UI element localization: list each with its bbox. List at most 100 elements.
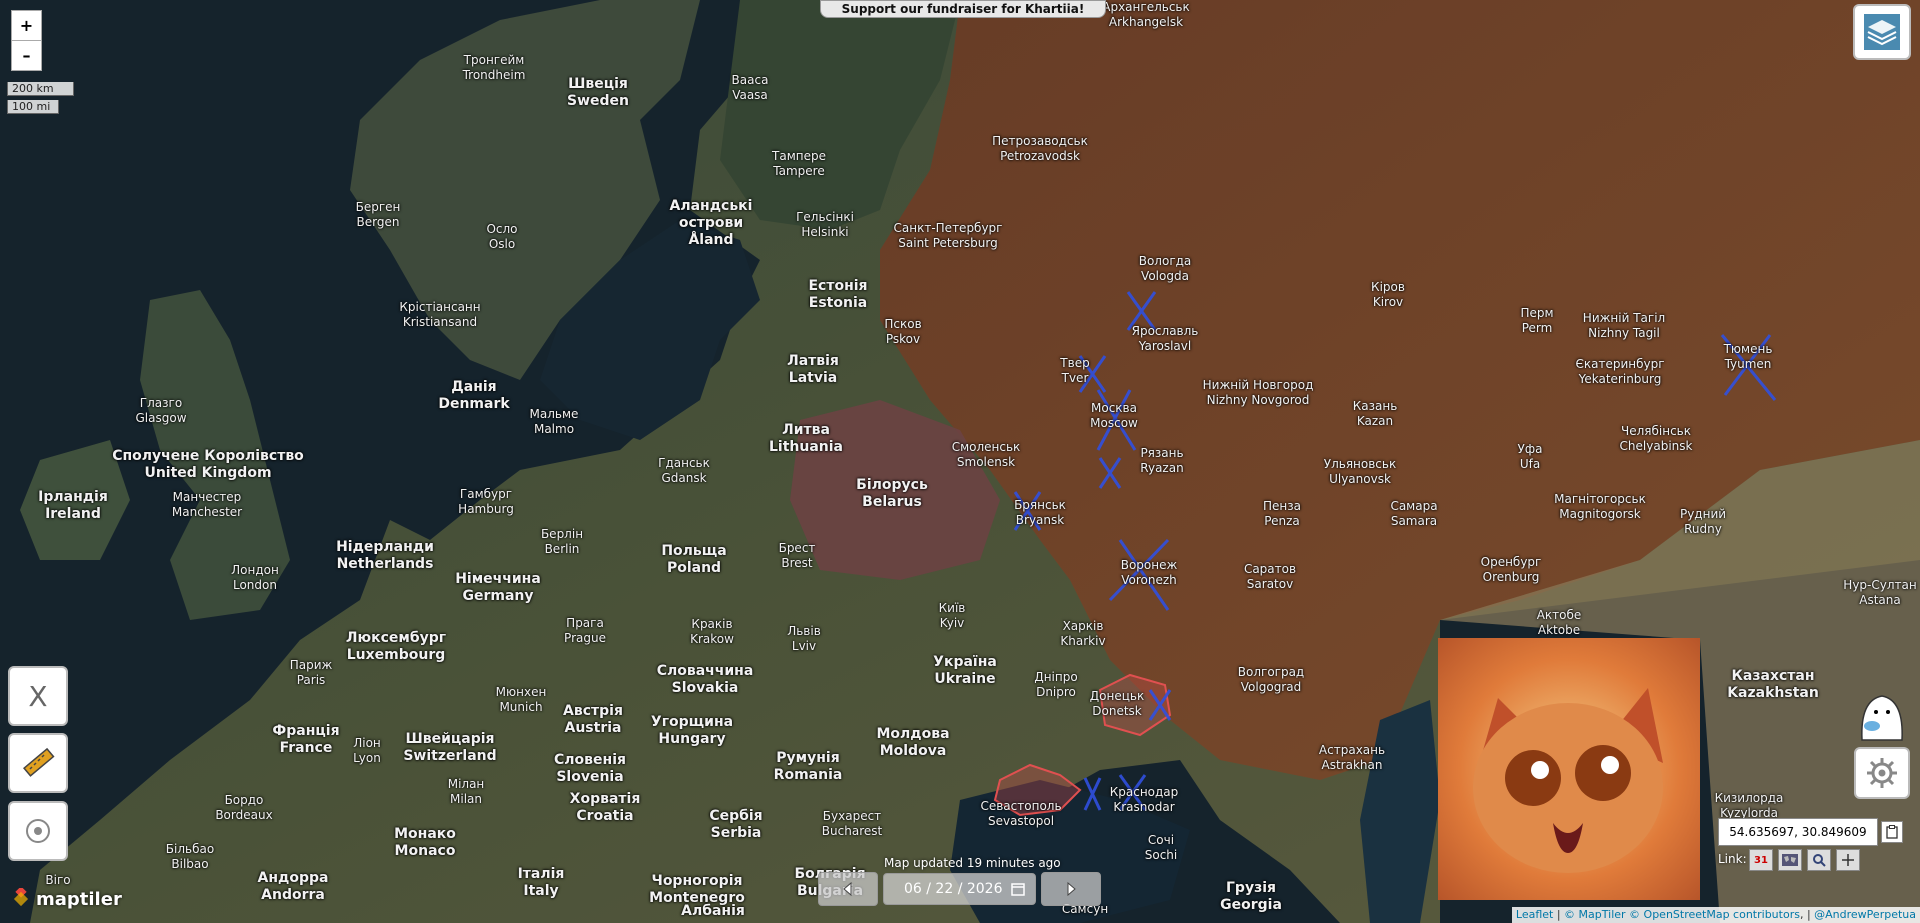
place-label-line: Ireland (45, 506, 101, 522)
triangle-left-icon (843, 882, 852, 896)
x-tool-button[interactable]: X (8, 666, 68, 726)
place-label-magnitogorsk: Магнітогорськ Magnitogorsk (1554, 492, 1646, 522)
layers-button[interactable] (1853, 4, 1911, 60)
link-zoom-button[interactable] (1807, 849, 1831, 871)
maptiler-link[interactable]: © MapTiler (1564, 908, 1626, 921)
zoom-in-button[interactable]: + (11, 10, 42, 41)
place-label-line: Пенза (1263, 499, 1301, 513)
cat-illustration (1438, 638, 1700, 900)
locate-button[interactable] (8, 801, 68, 861)
place-label-line: Псков (884, 317, 922, 331)
place-label-line: Belarus (862, 494, 922, 510)
settings-button[interactable] (1854, 747, 1910, 799)
zoom-out-button[interactable]: – (11, 40, 42, 71)
next-date-button[interactable] (1041, 872, 1101, 906)
map-canvas[interactable]: Тронгейм Trondheim Швеція Sweden Вааса Vaasa А… (0, 0, 1920, 923)
place-label-line: Dnipro (1036, 685, 1076, 699)
place-label-estonia: Естонія Estonia (808, 278, 867, 312)
place-label-line: Монако (394, 826, 456, 842)
place-label-orenburg: Оренбург Orenburg (1481, 555, 1542, 585)
place-label-lithuania: Литва Lithuania (769, 422, 843, 456)
place-label-line: Франція (272, 723, 340, 739)
place-label-line: Мюнхен (495, 685, 547, 699)
place-label-moldova: Молдова Moldova (876, 726, 949, 760)
place-label-line: Манчестер (172, 490, 242, 504)
place-label-astrakhan: Астрахань Astrakhan (1319, 743, 1385, 773)
date-input[interactable]: 06 / 22 / 2026 (883, 873, 1036, 905)
scale-imperial: 100 mi (7, 100, 59, 114)
place-label-krakow: Краків Krakow (690, 617, 734, 647)
place-label-bordeaux: Бордо Bordeaux (215, 793, 272, 823)
place-label-line: Нижній Тагіл (1582, 311, 1666, 325)
place-label-line: Актобе (1536, 608, 1582, 622)
magnifier-icon (1813, 854, 1826, 867)
place-label-line: France (279, 740, 333, 756)
place-label-line: острови (678, 215, 744, 231)
osm-link[interactable]: © OpenStreetMap contributors (1629, 908, 1800, 921)
place-label-line: Milan (450, 792, 482, 806)
place-label-line: Україна (933, 654, 997, 670)
place-label-georgia: Грузія Georgia (1220, 880, 1282, 914)
place-label-line: Ulyanovsk (1329, 472, 1391, 486)
place-label-line: Швейцарія (405, 731, 495, 747)
place-label-line: Краснодар (1109, 785, 1179, 799)
layers-icon (1864, 14, 1900, 50)
place-label-praha: Прага Prague (564, 616, 606, 646)
place-label-line: Львів (787, 624, 821, 638)
place-label-line: Данія (451, 379, 497, 395)
place-label-line: Ukraine (934, 671, 996, 687)
copy-coordinates-button[interactable] (1881, 821, 1903, 843)
place-label-bergen: Берген Bergen (356, 200, 401, 230)
place-label-line: Astrakhan (1321, 758, 1383, 772)
place-label-uk: Сполучене Королівство United Kingdom (112, 448, 304, 482)
place-label-line: Чорногорія (651, 873, 743, 889)
place-label-kyzylorda: Кизилорда Kyzylorda (1715, 791, 1784, 821)
place-label-line: Гельсінкі (796, 210, 854, 224)
place-label-line: Oslo (488, 237, 516, 251)
place-label-line: Тампере (772, 149, 826, 163)
place-label-moscow: Москва Moscow (1090, 401, 1138, 431)
place-label-line: Orenburg (1482, 570, 1540, 584)
leaflet-link[interactable]: Leaflet (1516, 908, 1553, 921)
link-label: Link: (1718, 852, 1747, 866)
place-label-line: Nizhny Tagil (1588, 326, 1660, 340)
place-label-germany: Німеччина Germany (455, 571, 541, 605)
link-map-button[interactable] (1778, 849, 1802, 871)
place-label-line: Бухарест (822, 809, 882, 823)
place-label-line: Munich (499, 700, 543, 714)
place-label-line: Ульяновськ (1323, 457, 1397, 471)
coordinates-field[interactable]: 54.635697, 30.849609 (1718, 818, 1878, 846)
place-label-line: Paris (296, 673, 326, 687)
maptiler-logo[interactable]: maptiler (10, 888, 122, 910)
place-label-line: Смоленськ (951, 440, 1021, 454)
place-label-line: Сполучене Королівство (112, 448, 304, 464)
ruler-icon (23, 747, 55, 777)
place-label-line: Lyon (353, 751, 381, 765)
place-label-line: Казань (1352, 399, 1398, 413)
place-label-line: Smolensk (956, 455, 1016, 469)
place-label-line: Тюмень (1723, 342, 1773, 356)
previous-date-button[interactable] (818, 872, 878, 906)
place-label-line: Естонія (808, 278, 868, 294)
place-label-line: Австрія (563, 703, 623, 719)
author-link[interactable]: @AndrewPerpetua (1814, 908, 1916, 921)
place-label-line: Glasgow (135, 411, 187, 425)
place-label-andorra: Андорра Andorra (258, 870, 329, 904)
place-label-perm: Перм Perm (1520, 306, 1553, 336)
ruler-tool-button[interactable] (8, 733, 68, 793)
place-label-ryazan: Рязань Ryazan (1140, 446, 1183, 476)
place-label-line: Оренбург (1480, 555, 1542, 569)
fundraiser-banner[interactable]: Support our fundraiser for Khartiia! (820, 0, 1106, 18)
calendar-icon[interactable] (1011, 882, 1025, 896)
target-icon (26, 819, 50, 843)
place-label-line: Сочі (1147, 833, 1175, 847)
place-label-yaroslavl: Ярославль Yaroslavl (1132, 324, 1199, 354)
link-calendar-button[interactable]: 31 (1749, 849, 1773, 871)
place-label-line: Hamburg (458, 502, 514, 516)
place-label-france: Франція France (272, 723, 339, 757)
place-label-line: Нур-Султан (1843, 578, 1917, 592)
crosshair-icon (1842, 854, 1854, 866)
place-label-line: Більбао (165, 842, 215, 856)
link-crosshair-button[interactable] (1836, 849, 1860, 871)
place-label-line: Tampere (773, 164, 825, 178)
